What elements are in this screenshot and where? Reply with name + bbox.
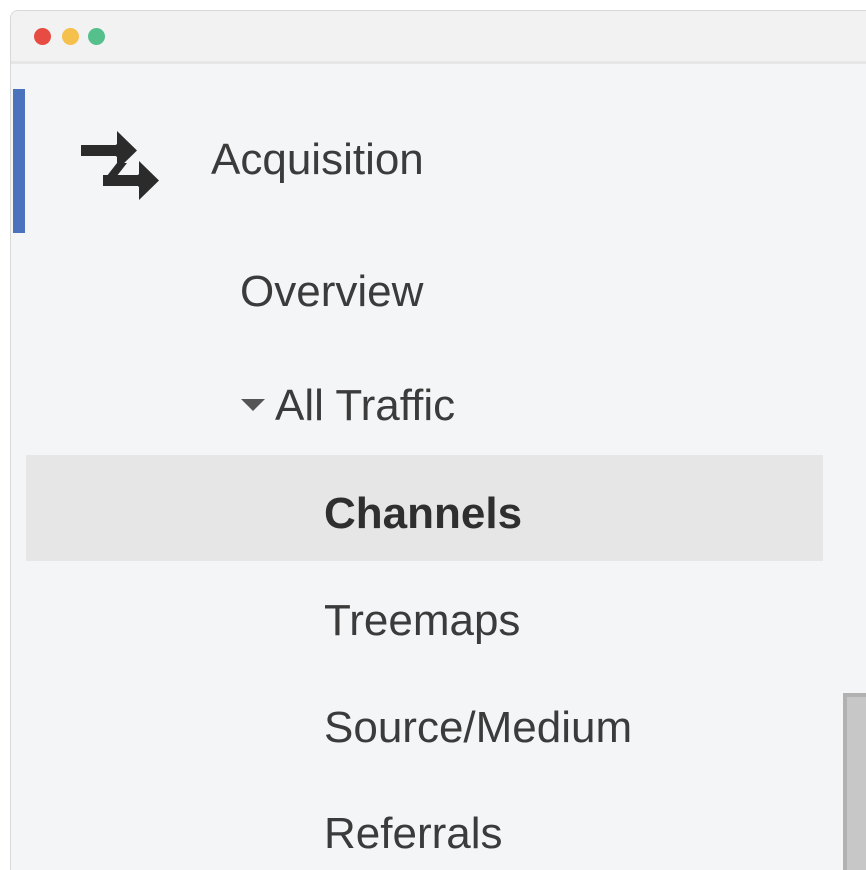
nav-item-overview[interactable]: Overview	[240, 266, 423, 318]
nav-item-channels-label: Channels	[324, 489, 523, 538]
window-titlebar	[11, 11, 866, 64]
nav-item-source-medium[interactable]: Source/Medium	[324, 702, 632, 754]
content-panel-edge	[843, 693, 866, 870]
section-title: Acquisition	[211, 135, 424, 184]
maximize-window-button[interactable]	[88, 28, 105, 45]
nav-item-referrals[interactable]: Referrals	[324, 808, 503, 860]
caret-down-icon	[241, 399, 265, 412]
browser-window: Acquisition Overview All Traffic Channel…	[10, 10, 866, 870]
minimize-window-button[interactable]	[62, 28, 79, 45]
nav-item-all-traffic-label: All Traffic	[275, 381, 456, 430]
nav-item-all-traffic[interactable]: All Traffic	[241, 380, 455, 432]
nav-item-treemaps[interactable]: Treemaps	[324, 595, 520, 647]
swap-arrows-icon	[73, 125, 159, 207]
nav-section-acquisition[interactable]: Acquisition	[11, 89, 831, 233]
close-window-button[interactable]	[34, 28, 51, 45]
